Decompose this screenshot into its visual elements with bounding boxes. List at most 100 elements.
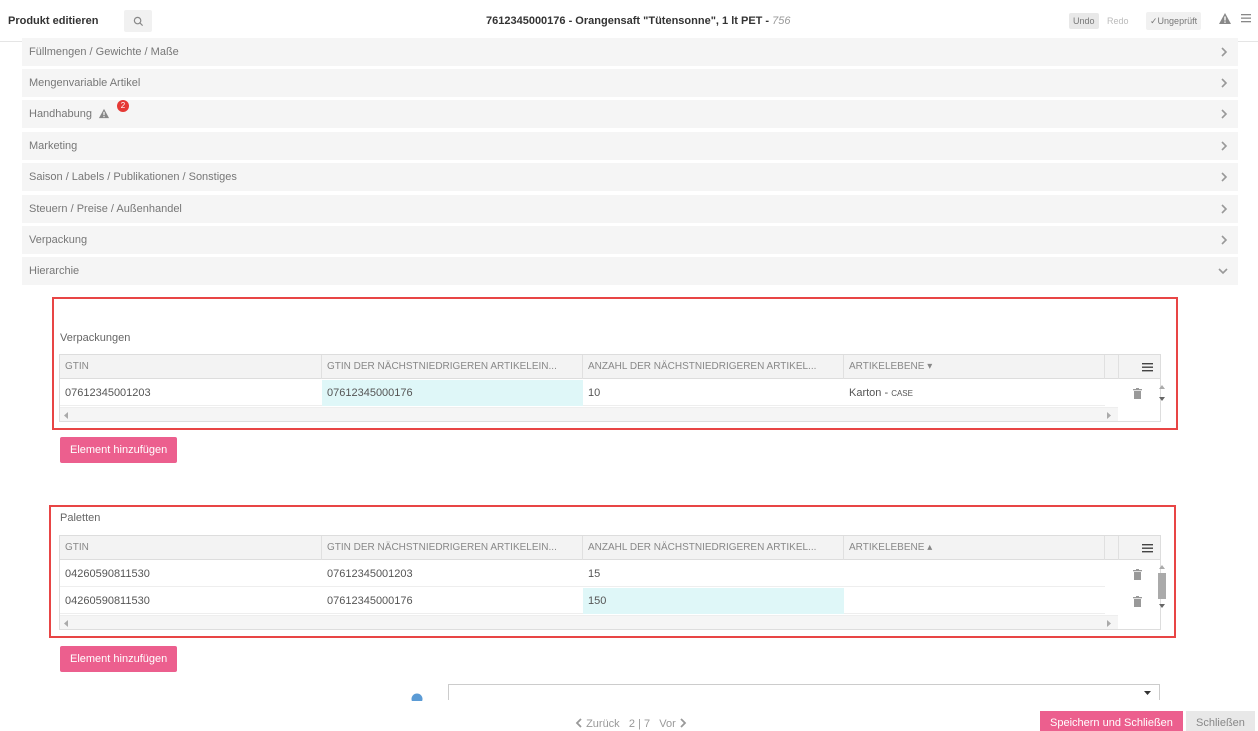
section-handhabung[interactable]: Handhabung 2	[22, 100, 1238, 128]
search-button[interactable]	[124, 10, 152, 32]
cell-lower-gtin[interactable]: 07612345000176	[322, 380, 583, 406]
cell-count[interactable]: 15	[583, 561, 844, 587]
section-label: Verpackung	[29, 234, 88, 246]
cell-count[interactable]: 150	[583, 588, 844, 614]
warning-icon[interactable]	[1218, 12, 1232, 25]
product-number: 756	[772, 15, 791, 27]
save-and-close-button[interactable]: Speichern und Schließen	[1040, 711, 1183, 731]
field-label-partial	[300, 690, 410, 700]
vertical-scrollbar[interactable]	[1157, 382, 1167, 406]
top-bar: Produkt editieren 7612345000176 - Orange…	[0, 0, 1258, 42]
redo-button[interactable]: Redo	[1103, 13, 1133, 29]
cell-gtin[interactable]: 07612345001203	[60, 380, 322, 406]
status-unchecked-button[interactable]: ✓Ungeprüft	[1146, 12, 1202, 30]
cell-lower-gtin[interactable]: 07612345001203	[322, 561, 583, 587]
menu-icon[interactable]	[1240, 12, 1252, 24]
close-button[interactable]: Schließen	[1186, 711, 1255, 731]
column-header-gtin[interactable]: GTIN	[60, 536, 322, 560]
pagination: Zurück 2 | 7 Vor	[575, 718, 687, 730]
scroll-down-icon	[1159, 397, 1165, 401]
level-label: Karton -	[849, 387, 892, 399]
table-row[interactable]: 04260590811530 07612345000176 150	[60, 588, 1105, 614]
section-label: Steuern / Preise / Außenhandel	[29, 203, 182, 215]
cell-level[interactable]	[844, 561, 1105, 587]
section-label: Füllmengen / Gewichte / Maße	[29, 46, 179, 58]
chevron-right-icon	[1221, 235, 1228, 245]
vertical-scrollbar[interactable]	[1157, 563, 1167, 613]
check-icon: ✓	[1150, 16, 1158, 26]
verpackungen-grid: GTIN GTIN DER NÄCHSTNIEDRIGEREN ARTIKELE…	[59, 354, 1165, 422]
column-menu-icon[interactable]	[1142, 543, 1153, 553]
undo-button[interactable]: Undo	[1069, 13, 1099, 29]
section-mengenvariable[interactable]: Mengenvariable Artikel	[22, 69, 1238, 97]
next-button[interactable]: Vor	[659, 718, 687, 730]
level-code: CASE	[891, 389, 913, 398]
scroll-up-icon	[1159, 385, 1165, 389]
chevron-right-icon	[1221, 141, 1228, 151]
trash-icon[interactable]	[1133, 596, 1142, 607]
section-saison[interactable]: Saison / Labels / Publikationen / Sonsti…	[22, 163, 1238, 191]
prev-label: Zurück	[586, 718, 620, 730]
cell-gtin[interactable]: 04260590811530	[60, 588, 322, 614]
cell-lower-gtin[interactable]: 07612345000176	[322, 588, 583, 614]
chevron-right-icon	[680, 718, 687, 728]
column-header-lower-gtin[interactable]: GTIN DER NÄCHSTNIEDRIGEREN ARTIKELEIN...	[322, 355, 583, 379]
chevron-right-icon	[1221, 204, 1228, 214]
paletten-grid: GTIN GTIN DER NÄCHSTNIEDRIGEREN ARTIKELE…	[59, 535, 1166, 630]
scroll-up-icon	[1159, 565, 1165, 569]
warning-icon	[99, 108, 110, 119]
header-spacer	[1105, 536, 1119, 560]
chevron-right-icon	[1221, 78, 1228, 88]
column-header-count[interactable]: ANZAHL DER NÄCHSTNIEDRIGEREN ARTIKEL...	[583, 536, 844, 560]
section-label: Hierarchie	[29, 265, 80, 277]
chevron-right-icon	[1221, 47, 1228, 57]
scrollbar-thumb[interactable]	[1158, 573, 1166, 599]
page-title: Produkt editieren	[8, 15, 99, 27]
scroll-left-icon	[64, 620, 68, 627]
section-hierarchie[interactable]: Hierarchie	[22, 257, 1238, 285]
column-header-lower-gtin[interactable]: GTIN DER NÄCHSTNIEDRIGEREN ARTIKELEIN...	[322, 536, 583, 560]
sort-desc-icon: ▾	[927, 361, 933, 372]
select-field[interactable]	[448, 684, 1160, 700]
chevron-right-icon	[1221, 109, 1228, 119]
column-header-label: ARTIKELEBENE	[849, 361, 925, 372]
cell-count[interactable]: 10	[583, 380, 844, 406]
error-count-badge: 2	[117, 100, 129, 112]
table-row[interactable]: 07612345001203 07612345000176 10 Karton …	[60, 380, 1105, 406]
status-label: Ungeprüft	[1157, 16, 1198, 26]
product-name: 7612345000176 - Orangensaft "Tütensonne"…	[486, 15, 773, 27]
table-row[interactable]: 04260590811530 07612345001203 15	[60, 561, 1105, 587]
section-verpackung[interactable]: Verpackung	[22, 226, 1238, 254]
trash-icon[interactable]	[1133, 388, 1142, 399]
column-header-level[interactable]: ARTIKELEBENE ▾	[844, 355, 1105, 379]
section-label: Mengenvariable Artikel	[29, 77, 141, 89]
trash-icon[interactable]	[1133, 569, 1142, 580]
header-spacer	[1105, 355, 1119, 379]
add-palette-button[interactable]: Element hinzufügen	[60, 646, 178, 672]
scroll-right-icon	[1107, 412, 1111, 419]
product-title: 7612345000176 - Orangensaft "Tütensonne"…	[486, 15, 791, 27]
horizontal-scrollbar[interactable]	[60, 407, 1118, 421]
column-header-gtin[interactable]: GTIN	[60, 355, 322, 379]
section-label: Marketing	[29, 140, 78, 152]
chevron-down-icon	[1218, 268, 1228, 275]
cell-gtin[interactable]: 04260590811530	[60, 561, 322, 587]
chevron-right-icon	[1221, 172, 1228, 182]
horizontal-scrollbar[interactable]	[60, 615, 1118, 629]
column-menu-icon[interactable]	[1142, 362, 1153, 372]
page-indicator: 2 | 7	[628, 718, 651, 730]
next-label: Vor	[659, 718, 676, 730]
add-verpackung-button[interactable]: Element hinzufügen	[60, 437, 178, 463]
prev-button[interactable]: Zurück	[575, 718, 620, 730]
section-label: Saison / Labels / Publikationen / Sonsti…	[29, 171, 237, 183]
column-header-level[interactable]: ARTIKELEBENE ▴	[844, 536, 1105, 560]
column-header-count[interactable]: ANZAHL DER NÄCHSTNIEDRIGEREN ARTIKEL...	[583, 355, 844, 379]
scroll-left-icon	[64, 412, 68, 419]
section-steuern[interactable]: Steuern / Preise / Außenhandel	[22, 195, 1238, 223]
section-marketing[interactable]: Marketing	[22, 132, 1238, 160]
section-fuellmengen[interactable]: Füllmengen / Gewichte / Maße	[22, 38, 1238, 66]
scroll-right-icon	[1107, 620, 1111, 627]
grid-header: GTIN GTIN DER NÄCHSTNIEDRIGEREN ARTIKELE…	[60, 355, 1160, 379]
cell-level[interactable]	[844, 588, 1105, 614]
cell-level[interactable]: Karton - CASE	[844, 380, 1105, 406]
